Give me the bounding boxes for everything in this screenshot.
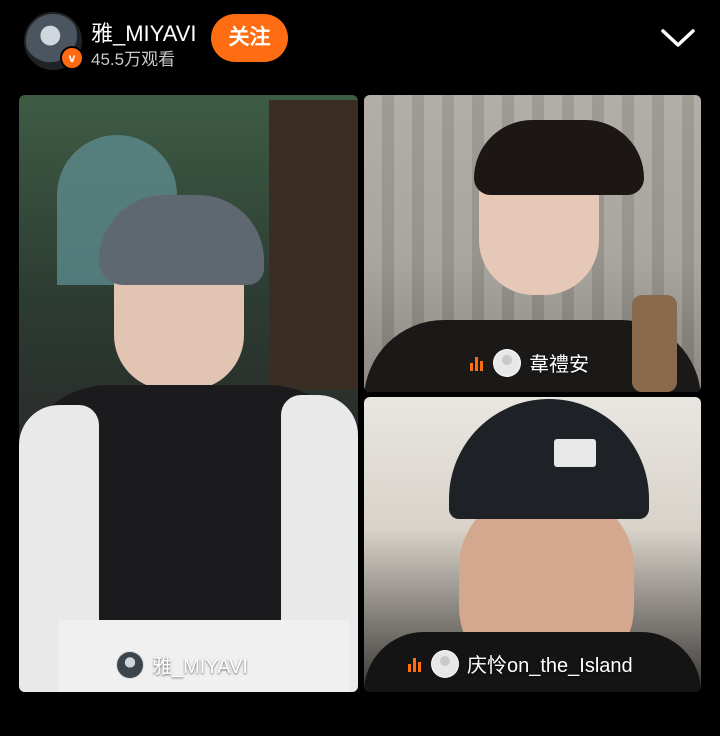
video-tile-guest-2[interactable]: 庆怜on_the_Island: [364, 397, 701, 692]
live-header: v 雅_MIYAVI 45.5万观看 关注: [0, 0, 720, 80]
follow-button[interactable]: 关注: [211, 14, 288, 62]
participant-name: 韋禮安: [529, 354, 589, 376]
video-tile-host[interactable]: 雅_MIYAVI: [19, 95, 358, 692]
host-username[interactable]: 雅_MIYAVI: [91, 16, 197, 48]
tile-name-tag: 雅_MIYAVI: [116, 650, 248, 679]
background-bookshelf: [269, 100, 358, 390]
person-cap: [449, 399, 649, 519]
person-hair: [99, 195, 264, 285]
tile-name-tag: 韋禮安: [470, 348, 589, 377]
participant-avatar: [116, 650, 144, 679]
participant-name: 雅_MIYAVI: [152, 656, 248, 678]
chevron-down-icon[interactable]: [660, 25, 696, 51]
audio-level-icon: [470, 355, 485, 371]
participant-avatar: [493, 348, 521, 377]
tile-name-tag: 庆怜on_the_Island: [408, 649, 633, 678]
cap-logo: [554, 439, 596, 467]
viewer-count: 45.5万观看: [91, 50, 176, 69]
participant-avatar: [431, 649, 459, 678]
verified-badge-icon: v: [60, 46, 84, 70]
video-tile-guest-1[interactable]: 韋禮安: [364, 95, 701, 392]
person-hair: [474, 120, 644, 195]
guitar: [632, 295, 677, 392]
participant-name: 庆怜on_the_Island: [467, 655, 633, 677]
audio-level-icon: [408, 656, 423, 672]
